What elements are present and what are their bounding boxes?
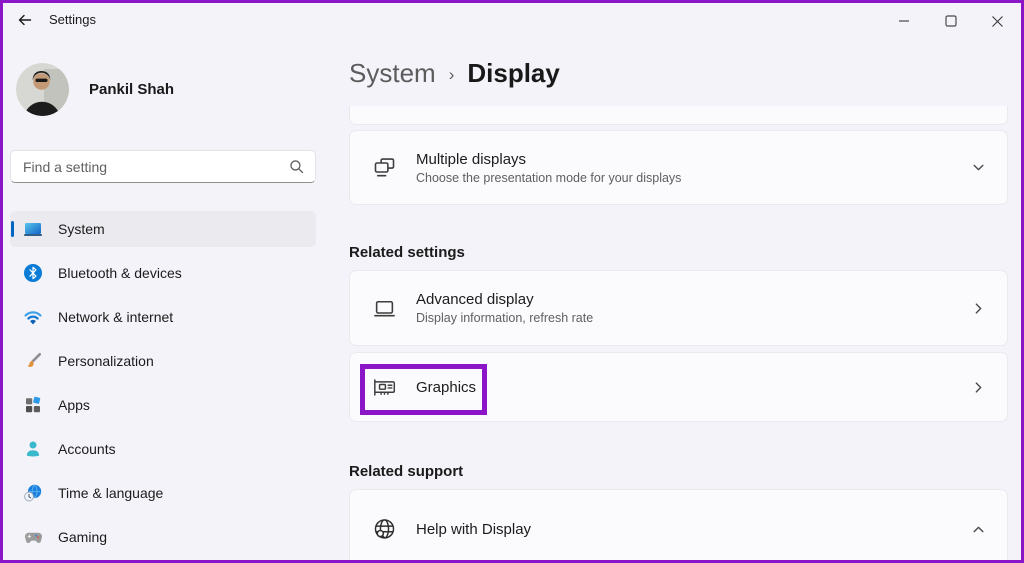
sidebar-item-personalization[interactable]: Personalization (10, 343, 316, 379)
chevron-right-icon[interactable] (972, 302, 985, 315)
close-icon (991, 15, 1004, 28)
personalization-icon (23, 351, 43, 371)
card-subtitle: Display information, refresh rate (416, 311, 593, 325)
advanced-display-icon (371, 295, 398, 322)
chevron-down-icon[interactable] (972, 161, 985, 174)
card-text: Multiple displays Choose the presentatio… (416, 151, 681, 185)
card-title: Graphics (416, 379, 476, 396)
page-title: Display (467, 58, 560, 89)
sidebar-item-label: Network & internet (58, 309, 173, 325)
sidebar-item-label: Bluetooth & devices (58, 265, 182, 281)
sidebar-item-gaming[interactable]: Gaming (10, 519, 316, 555)
bluetooth-icon (23, 263, 43, 283)
minimize-icon (898, 15, 910, 27)
multiple-displays-icon (371, 154, 398, 181)
sidebar: Pankil Shah System Bluetooth & devices (0, 40, 330, 563)
window-controls (880, 3, 1021, 39)
card-text: Help with Display (416, 521, 531, 538)
card-subtitle: Choose the presentation mode for your di… (416, 171, 681, 185)
card-title: Multiple displays (416, 151, 681, 168)
graphics-icon (371, 374, 398, 401)
graphics-card[interactable]: Graphics (349, 352, 1008, 422)
sidebar-nav: System Bluetooth & devices Network & int… (10, 211, 316, 563)
avatar (16, 63, 69, 116)
back-button[interactable] (8, 5, 42, 35)
profile-name: Pankil Shah (89, 81, 174, 98)
help-with-display-card[interactable]: Help with Display (349, 489, 1008, 563)
help-globe-search-icon (371, 516, 398, 543)
breadcrumb-separator: › (449, 65, 455, 85)
accounts-icon (23, 439, 43, 459)
sidebar-item-label: Time & language (58, 485, 163, 501)
app-title: Settings (49, 12, 96, 27)
sidebar-item-accounts[interactable]: Accounts (10, 431, 316, 467)
maximize-icon (945, 15, 957, 27)
partial-card[interactable] (349, 106, 1008, 125)
main-content: System › Display Multiple displays Choos… (330, 40, 1024, 563)
settings-window: Settings (0, 0, 1024, 563)
sidebar-item-bluetooth[interactable]: Bluetooth & devices (10, 255, 316, 291)
card-title: Advanced display (416, 291, 593, 308)
multiple-displays-card[interactable]: Multiple displays Choose the presentatio… (349, 130, 1008, 205)
breadcrumb: System › Display (349, 58, 560, 89)
sidebar-item-network[interactable]: Network & internet (10, 299, 316, 335)
minimize-button[interactable] (880, 3, 927, 39)
breadcrumb-system[interactable]: System (349, 58, 436, 89)
time-language-icon (23, 483, 43, 503)
search-box (10, 150, 316, 183)
profile-row[interactable]: Pankil Shah (16, 63, 174, 116)
sidebar-item-system[interactable]: System (10, 211, 316, 247)
sidebar-item-label: Personalization (58, 353, 154, 369)
related-settings-header: Related settings (349, 244, 465, 261)
sidebar-item-label: System (58, 221, 105, 237)
sidebar-item-label: Gaming (58, 529, 107, 545)
card-title: Help with Display (416, 521, 531, 538)
search-icon (289, 159, 304, 174)
back-arrow-icon (17, 12, 33, 28)
titlebar: Settings (0, 0, 1024, 40)
network-icon (23, 307, 43, 327)
sidebar-item-label: Accounts (58, 441, 116, 457)
chevron-up-icon[interactable] (972, 523, 985, 536)
gaming-icon (23, 527, 43, 547)
sidebar-item-time-language[interactable]: Time & language (10, 475, 316, 511)
chevron-right-icon[interactable] (972, 381, 985, 394)
selection-pill (11, 221, 14, 237)
search-input[interactable] (11, 159, 289, 175)
sidebar-item-apps[interactable]: Apps (10, 387, 316, 423)
close-button[interactable] (974, 3, 1021, 39)
card-text: Graphics (416, 379, 476, 396)
sidebar-item-label: Apps (58, 397, 90, 413)
apps-icon (23, 395, 43, 415)
card-text: Advanced display Display information, re… (416, 291, 593, 325)
system-icon (23, 219, 43, 239)
related-support-header: Related support (349, 463, 463, 480)
maximize-button[interactable] (927, 3, 974, 39)
advanced-display-card[interactable]: Advanced display Display information, re… (349, 270, 1008, 346)
